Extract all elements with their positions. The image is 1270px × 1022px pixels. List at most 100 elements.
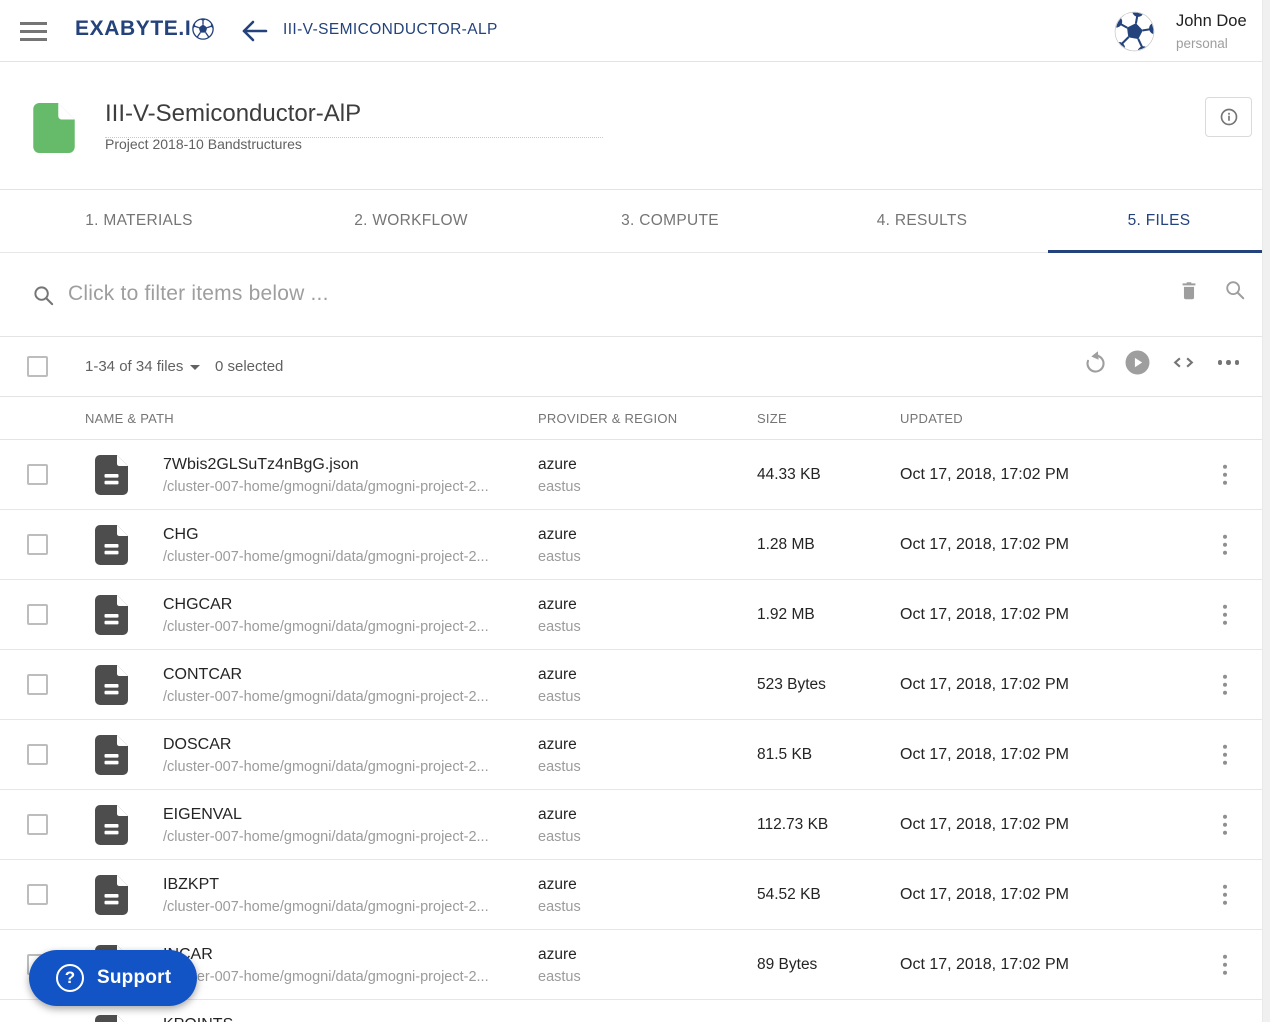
file-name[interactable]: CONTCAR: [163, 664, 489, 686]
file-region: eastus: [538, 969, 581, 985]
list-toolbar: 1-34 of 34 files 0 selected: [0, 337, 1270, 396]
file-size: 44.33 KB: [757, 465, 821, 483]
scrollbar[interactable]: [1262, 0, 1270, 1022]
file-updated: Oct 17, 2018, 17:02 PM: [900, 885, 1069, 903]
column-size[interactable]: SIZE: [757, 397, 787, 439]
file-name[interactable]: DOSCAR: [163, 734, 489, 756]
file-provider: azure: [538, 526, 577, 543]
file-icon: [95, 875, 128, 915]
search-toggle-icon[interactable]: [1224, 279, 1246, 301]
file-name[interactable]: KPOINTS: [163, 1014, 233, 1022]
row-menu-icon[interactable]: [1219, 880, 1231, 909]
file-path: /cluster-007-home/gmogni/data/gmogni-pro…: [163, 829, 489, 845]
project-header: III-V-Semiconductor-AlP Project 2018-10 …: [0, 62, 1270, 190]
logo[interactable]: EXABYTE.I: [75, 17, 215, 41]
row-menu-icon[interactable]: [1219, 810, 1231, 839]
file-icon: [95, 665, 128, 705]
support-button[interactable]: ? Support: [29, 950, 197, 1006]
table-row: 7Wbis2GLSuTz4nBgG.json /cluster-007-home…: [0, 440, 1270, 510]
tab-results[interactable]: 4. RESULTS: [796, 190, 1048, 252]
page-title[interactable]: III-V-Semiconductor-AlP: [105, 100, 603, 138]
info-icon: [1220, 108, 1237, 126]
row-menu-icon[interactable]: [1219, 460, 1231, 489]
column-updated[interactable]: UPDATED: [900, 397, 963, 439]
row-checkbox[interactable]: [27, 604, 48, 625]
file-size: 1.28 MB: [757, 535, 815, 553]
file-name[interactable]: IBZKPT: [163, 874, 489, 896]
more-options-icon[interactable]: [1216, 350, 1241, 375]
files-count[interactable]: 1-34 of 34 files: [85, 337, 183, 396]
info-button[interactable]: [1205, 97, 1252, 137]
avatar[interactable]: [1114, 11, 1155, 52]
trash-icon[interactable]: [1178, 279, 1200, 302]
logo-text: EXABYTE.I: [75, 17, 192, 40]
row-menu-icon[interactable]: [1219, 740, 1231, 769]
tab-workflow[interactable]: 2. WORKFLOW: [278, 190, 544, 252]
step-tabs: 1. MATERIALS 2. WORKFLOW 3. COMPUTE 4. R…: [0, 190, 1270, 253]
chevron-down-icon[interactable]: [190, 365, 200, 370]
table-row: CONTCAR /cluster-007-home/gmogni/data/gm…: [0, 650, 1270, 720]
file-name[interactable]: EIGENVAL: [163, 804, 489, 826]
refresh-icon[interactable]: [1083, 350, 1108, 375]
back-arrow-icon[interactable]: [241, 19, 268, 43]
file-size: 523 Bytes: [757, 675, 826, 693]
file-list: 7Wbis2GLSuTz4nBgG.json /cluster-007-home…: [0, 440, 1270, 1022]
support-label: Support: [97, 967, 172, 988]
file-icon: [95, 735, 128, 775]
row-checkbox[interactable]: [27, 744, 48, 765]
file-region: eastus: [538, 899, 581, 915]
file-updated: Oct 17, 2018, 17:02 PM: [900, 955, 1069, 973]
menu-icon[interactable]: [20, 22, 47, 41]
tab-compute[interactable]: 3. COMPUTE: [544, 190, 796, 252]
filter-input[interactable]: Click to filter items below ...: [68, 282, 329, 306]
file-path: /cluster-007-home/gmogni/data/gmogni-pro…: [163, 479, 489, 495]
code-icon[interactable]: [1171, 350, 1196, 375]
file-provider: azure: [538, 736, 577, 753]
select-all-checkbox[interactable]: [27, 356, 48, 377]
row-menu-icon[interactable]: [1219, 950, 1231, 979]
row-checkbox[interactable]: [27, 534, 48, 555]
file-provider: azure: [538, 596, 577, 613]
user-account: personal: [1176, 36, 1228, 51]
file-size: 54.52 KB: [757, 885, 821, 903]
table-row: CHG /cluster-007-home/gmogni/data/gmogni…: [0, 510, 1270, 580]
file-name[interactable]: INCAR: [163, 944, 489, 966]
file-path: /cluster-007-home/gmogni/data/gmogni-pro…: [163, 969, 489, 985]
column-provider-region[interactable]: PROVIDER & REGION: [538, 397, 677, 439]
file-provider: azure: [538, 946, 577, 963]
table-row: KPOINTS: [0, 1000, 1270, 1022]
row-checkbox[interactable]: [27, 674, 48, 695]
file-name[interactable]: CHGCAR: [163, 594, 489, 616]
row-checkbox[interactable]: [27, 884, 48, 905]
file-provider: azure: [538, 666, 577, 683]
row-menu-icon[interactable]: [1219, 670, 1231, 699]
file-path: /cluster-007-home/gmogni/data/gmogni-pro…: [163, 549, 489, 565]
user-name[interactable]: John Doe: [1176, 12, 1247, 31]
file-path: /cluster-007-home/gmogni/data/gmogni-pro…: [163, 899, 489, 915]
column-name-path[interactable]: NAME & PATH: [85, 397, 174, 439]
file-name[interactable]: 7Wbis2GLSuTz4nBgG.json: [163, 454, 489, 476]
tab-materials[interactable]: 1. MATERIALS: [0, 190, 278, 252]
file-size: 1.92 MB: [757, 605, 815, 623]
row-menu-icon[interactable]: [1219, 530, 1231, 559]
breadcrumb[interactable]: III-V-SEMICONDUCTOR-ALP: [283, 21, 498, 39]
selected-count: 0 selected: [215, 358, 284, 375]
row-checkbox[interactable]: [27, 464, 48, 485]
file-region: eastus: [538, 759, 581, 775]
file-region: eastus: [538, 689, 581, 705]
table-row: EIGENVAL /cluster-007-home/gmogni/data/g…: [0, 790, 1270, 860]
play-icon[interactable]: [1125, 350, 1150, 375]
tab-files[interactable]: 5. FILES: [1048, 190, 1270, 253]
file-provider: azure: [538, 876, 577, 893]
file-size: 112.73 KB: [757, 815, 829, 833]
project-file-icon: [33, 103, 75, 153]
table-row: IBZKPT /cluster-007-home/gmogni/data/gmo…: [0, 860, 1270, 930]
file-path: /cluster-007-home/gmogni/data/gmogni-pro…: [163, 689, 489, 705]
help-icon: ?: [56, 964, 84, 992]
file-provider: azure: [538, 456, 577, 473]
file-name[interactable]: CHG: [163, 524, 489, 546]
row-menu-icon[interactable]: [1219, 600, 1231, 629]
row-checkbox[interactable]: [27, 814, 48, 835]
file-size: 89 Bytes: [757, 955, 818, 973]
table-header: NAME & PATH PROVIDER & REGION SIZE UPDAT…: [0, 396, 1270, 440]
